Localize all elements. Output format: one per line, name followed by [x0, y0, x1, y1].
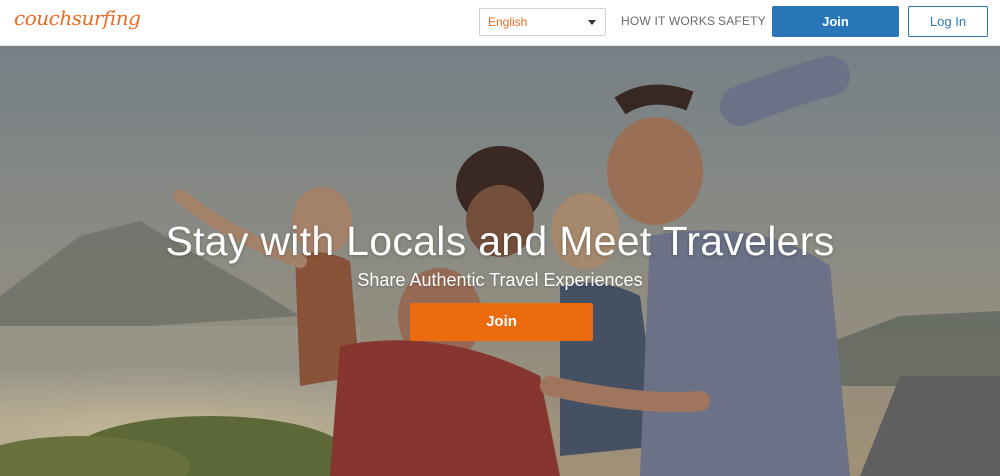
safety-link[interactable]: SAFETY [718, 14, 766, 28]
language-select-value: English [488, 15, 528, 29]
top-navigation-bar: couchsurfing English HOW IT WORKS SAFETY… [0, 0, 1000, 46]
hero-subtitle: Share Authentic Travel Experiences [357, 270, 643, 290]
couchsurfing-logo[interactable]: couchsurfing [14, 6, 141, 30]
hero-section: Stay with Locals and Meet Travelers Shar… [0, 46, 1000, 476]
chevron-down-icon [588, 20, 596, 25]
login-button[interactable]: Log In [908, 6, 988, 37]
join-button[interactable]: Join [772, 6, 899, 37]
how-it-works-link[interactable]: HOW IT WORKS [621, 14, 715, 28]
language-select[interactable]: English [479, 8, 606, 36]
hero-title: Stay with Locals and Meet Travelers [165, 218, 835, 264]
hero-join-button[interactable]: Join [410, 303, 593, 341]
